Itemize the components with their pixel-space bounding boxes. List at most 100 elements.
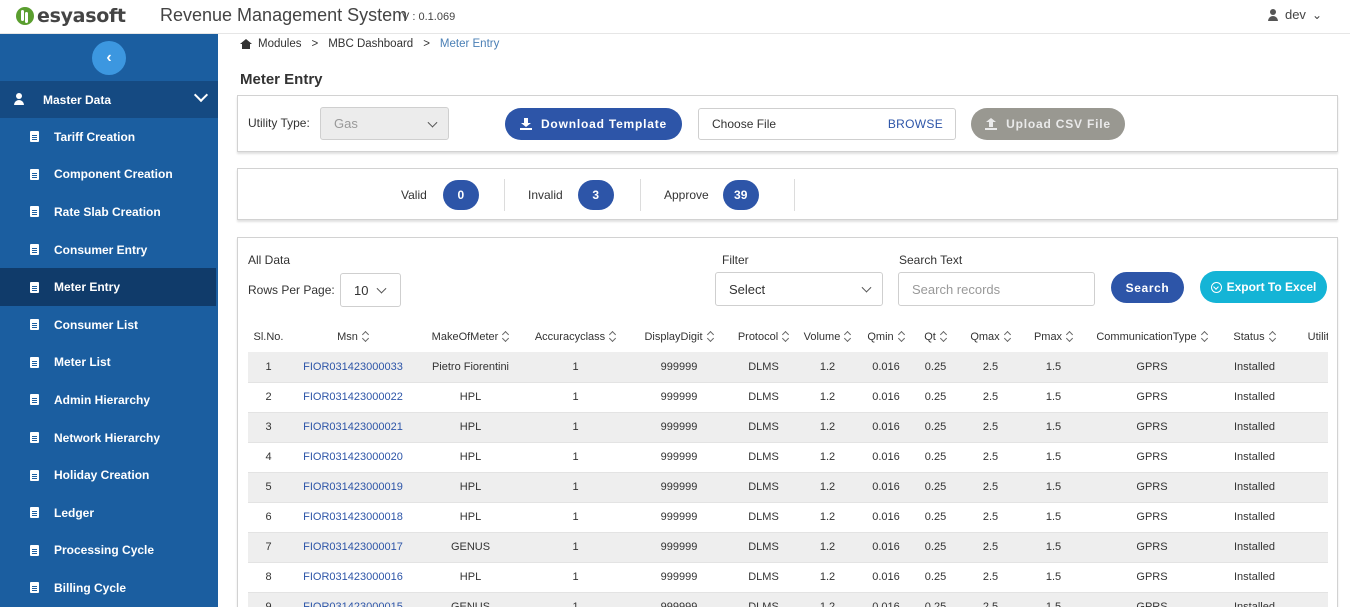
msn-link[interactable]: FIOR031423000020 bbox=[289, 442, 417, 473]
sidebar-item-ledger[interactable]: Ledger bbox=[0, 494, 218, 532]
collapse-sidebar-button[interactable]: ‹ bbox=[92, 41, 126, 75]
column-header-status[interactable]: Status bbox=[1220, 322, 1289, 352]
search-input[interactable]: Search records bbox=[898, 272, 1095, 306]
column-header-label: Protocol bbox=[737, 331, 779, 343]
table-row[interactable]: 5 FIOR031423000019 HPL 1 999999 DLMS 1.2 0.016 0… bbox=[248, 472, 1328, 503]
table-cell: 1.2 bbox=[796, 352, 859, 383]
table-cell: DLMS bbox=[731, 442, 796, 473]
sidebar-item-label: Billing Cycle bbox=[54, 580, 127, 595]
table-row[interactable]: 4 FIOR031423000020 HPL 1 999999 DLMS 1.2 0.016 0… bbox=[248, 442, 1328, 473]
sidebar-item-consumer-list[interactable]: Consumer List bbox=[0, 306, 218, 344]
table-cell: 1 bbox=[524, 532, 627, 563]
table-cell: 2.5 bbox=[958, 502, 1023, 533]
sort-icon[interactable] bbox=[845, 332, 851, 341]
file-placeholder: Choose File bbox=[712, 117, 777, 131]
table-row[interactable]: 2 FIOR031423000022 HPL 1 999999 DLMS 1.2 0.016 0… bbox=[248, 382, 1328, 413]
sidebar-item-network-hierarchy[interactable]: Network Hierarchy bbox=[0, 419, 218, 457]
sort-icon[interactable] bbox=[610, 332, 616, 341]
sort-icon[interactable] bbox=[708, 332, 714, 341]
sidebar-group-master-data[interactable]: Master Data bbox=[0, 81, 218, 118]
rows-per-page-label: Rows Per Page: bbox=[248, 283, 335, 297]
sidebar-item-component-creation[interactable]: Component Creation bbox=[0, 156, 218, 194]
table-row[interactable]: 7 FIOR031423000017 GENUS 1 999999 DLMS 1.2 0.01… bbox=[248, 532, 1328, 563]
msn-link[interactable]: FIOR031423000019 bbox=[289, 472, 417, 503]
sidebar-item-holiday-creation[interactable]: Holiday Creation bbox=[0, 456, 218, 494]
breadcrumb-dashboard[interactable]: MBC Dashboard bbox=[328, 38, 413, 50]
valid-count-badge: 0 bbox=[442, 180, 479, 210]
home-icon[interactable] bbox=[240, 39, 252, 49]
column-header-utilitytype[interactable]: UtilityType bbox=[1289, 322, 1328, 352]
breadcrumb-modules[interactable]: Modules bbox=[258, 38, 301, 50]
search-button[interactable]: Search bbox=[1111, 272, 1184, 303]
table-row[interactable]: 6 FIOR031423000018 HPL 1 999999 DLMS 1.2 0.016 0… bbox=[248, 502, 1328, 533]
esyasoft-logo[interactable]: esyasoft bbox=[16, 4, 126, 28]
table-row[interactable]: 9 FIOR031423000015 GENUS 1 999999 DLMS 1.2 0.01… bbox=[248, 592, 1328, 607]
msn-link[interactable]: FIOR031423000033 bbox=[289, 352, 417, 383]
sort-icon[interactable] bbox=[783, 332, 789, 341]
column-header-label: DisplayDigit bbox=[644, 331, 703, 343]
column-header-displaydigit[interactable]: DisplayDigit bbox=[627, 322, 731, 352]
sidebar-item-admin-hierarchy[interactable]: Admin Hierarchy bbox=[0, 381, 218, 419]
column-header-accuracyclass[interactable]: Accuracyclass bbox=[524, 322, 627, 352]
utility-type-select[interactable]: Gas bbox=[320, 107, 449, 140]
sidebar-item-meter-list[interactable]: Meter List bbox=[0, 344, 218, 382]
msn-link[interactable]: FIOR031423000016 bbox=[289, 562, 417, 593]
table-cell: 7 bbox=[248, 532, 289, 563]
column-header-pmax[interactable]: Pmax bbox=[1023, 322, 1084, 352]
msn-link[interactable]: FIOR031423000018 bbox=[289, 502, 417, 533]
msn-link[interactable]: FIOR031423000017 bbox=[289, 532, 417, 563]
sidebar-item-tariff-creation[interactable]: Tariff Creation bbox=[0, 118, 218, 156]
table-row[interactable]: 3 FIOR031423000021 HPL 1 999999 DLMS 1.2 0.016 0… bbox=[248, 412, 1328, 443]
sort-icon[interactable] bbox=[899, 332, 905, 341]
table-cell: 0.016 bbox=[859, 562, 913, 593]
browse-button[interactable]: BROWSE bbox=[888, 117, 943, 131]
table-container[interactable]: Sl.No. Msn MakeOfMeter Accuracyclass Display… bbox=[248, 322, 1328, 607]
rows-per-page-select[interactable]: 10 bbox=[340, 273, 401, 307]
column-header-qt[interactable]: Qt bbox=[913, 322, 958, 352]
valid-stat[interactable]: Valid 0 bbox=[401, 180, 479, 210]
sort-icon[interactable] bbox=[363, 332, 369, 341]
sort-icon[interactable] bbox=[1202, 332, 1208, 341]
sidebar-item-rate-slab-creation[interactable]: Rate Slab Creation bbox=[0, 193, 218, 231]
sort-icon[interactable] bbox=[1270, 332, 1276, 341]
table-cell: 1 bbox=[524, 382, 627, 413]
upload-csv-button[interactable]: Upload CSV File bbox=[971, 108, 1125, 140]
file-chooser[interactable]: Choose File BROWSE bbox=[698, 108, 956, 140]
sort-icon[interactable] bbox=[1067, 332, 1073, 341]
column-header-qmin[interactable]: Qmin bbox=[859, 322, 913, 352]
filter-select[interactable]: Select bbox=[715, 272, 883, 306]
all-data-label: All Data bbox=[248, 253, 291, 267]
msn-link[interactable]: FIOR031423000022 bbox=[289, 382, 417, 413]
table-row[interactable]: 1 FIOR031423000033 Pietro Fiorentini 1 99999… bbox=[248, 352, 1328, 383]
sort-icon[interactable] bbox=[1005, 332, 1011, 341]
sidebar-item-meter-entry[interactable]: Meter Entry bbox=[0, 268, 216, 306]
sort-icon[interactable] bbox=[941, 332, 947, 341]
user-menu[interactable]: dev ⌄ bbox=[1267, 7, 1322, 22]
breadcrumb-separator: > bbox=[423, 38, 430, 50]
column-header-label: Status bbox=[1233, 331, 1265, 343]
download-template-button[interactable]: Download Template bbox=[505, 108, 682, 140]
msn-link[interactable]: FIOR031423000021 bbox=[289, 412, 417, 443]
table-cell: 1.2 bbox=[796, 412, 859, 443]
approve-count-badge: 39 bbox=[722, 180, 759, 210]
table-cell: 1 bbox=[524, 472, 627, 503]
column-header-qmax[interactable]: Qmax bbox=[958, 322, 1023, 352]
export-to-excel-button[interactable]: Export To Excel bbox=[1200, 271, 1327, 303]
sort-icon[interactable] bbox=[503, 332, 509, 341]
table-cell: 1.2 bbox=[796, 472, 859, 503]
column-header-communicationtype[interactable]: CommunicationType bbox=[1084, 322, 1220, 352]
column-header-makeofmeter[interactable]: MakeOfMeter bbox=[417, 322, 524, 352]
sidebar-item-label: Component Creation bbox=[54, 167, 173, 182]
table-cell: GENUS bbox=[417, 592, 524, 607]
sidebar-item-processing-cycle[interactable]: Processing Cycle bbox=[0, 532, 218, 570]
sidebar-item-consumer-entry[interactable]: Consumer Entry bbox=[0, 231, 218, 269]
table-row[interactable]: 8 FIOR031423000016 HPL 1 999999 DLMS 1.2 0.016 0… bbox=[248, 562, 1328, 593]
msn-link[interactable]: FIOR031423000015 bbox=[289, 592, 417, 607]
invalid-stat[interactable]: Invalid 3 bbox=[528, 180, 614, 210]
table-cell: 0.016 bbox=[859, 472, 913, 503]
column-header-msn[interactable]: Msn bbox=[289, 322, 417, 352]
approve-stat[interactable]: Approve 39 bbox=[664, 180, 759, 210]
sidebar-item-billing-cycle[interactable]: Billing Cycle bbox=[0, 569, 218, 607]
column-header-volume[interactable]: Volume bbox=[796, 322, 859, 352]
column-header-protocol[interactable]: Protocol bbox=[731, 322, 796, 352]
